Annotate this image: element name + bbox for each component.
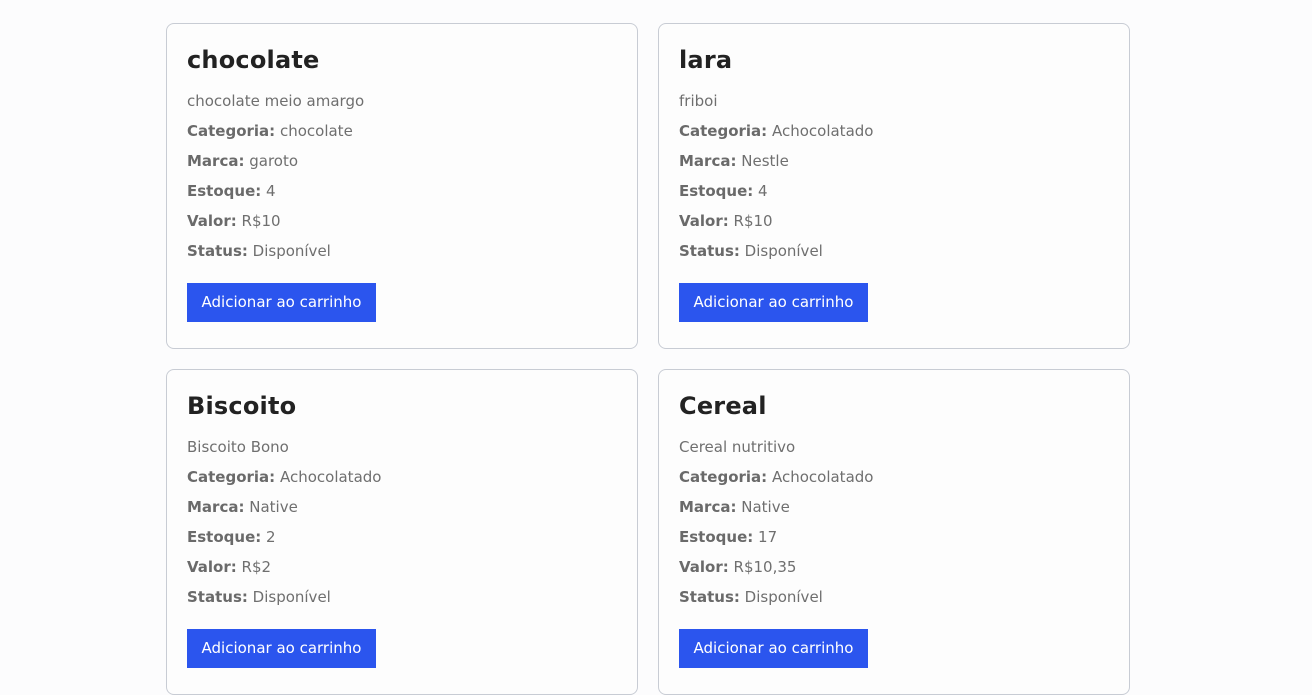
product-stock: Estoque: 4	[187, 182, 617, 200]
product-brand: Marca: Nestle	[679, 152, 1109, 170]
product-card: Cereal Cereal nutritivo Categoria: Achoc…	[658, 369, 1130, 695]
stock-value: 17	[758, 528, 778, 546]
add-to-cart-button[interactable]: Adicionar ao carrinho	[187, 283, 376, 322]
brand-label: Marca:	[679, 152, 737, 170]
product-status: Status: Disponível	[187, 242, 617, 260]
price-label: Valor:	[679, 212, 729, 230]
category-value: Achocolatado	[771, 122, 874, 140]
price-label: Valor:	[187, 558, 237, 576]
product-grid: chocolate chocolate meio amargo Categori…	[166, 23, 1130, 695]
product-description: friboi	[679, 92, 718, 110]
add-to-cart-button[interactable]: Adicionar ao carrinho	[187, 629, 376, 668]
product-card: lara friboi Categoria: Achocolatado Marc…	[658, 23, 1130, 349]
category-label: Categoria:	[679, 468, 768, 486]
product-brand: Marca: garoto	[187, 152, 617, 170]
status-value: Disponível	[252, 588, 331, 606]
status-label: Status:	[187, 588, 248, 606]
product-name: Biscoito	[187, 392, 297, 420]
product-category: Categoria: chocolate	[187, 122, 617, 140]
product-price: Valor: R$10,35	[679, 558, 1109, 576]
brand-label: Marca:	[187, 498, 245, 516]
stock-value: 4	[758, 182, 768, 200]
product-category: Categoria: Achocolatado	[679, 468, 1109, 486]
add-to-cart-button[interactable]: Adicionar ao carrinho	[679, 283, 868, 322]
product-stock: Estoque: 4	[679, 182, 1109, 200]
price-value: R$10	[733, 212, 773, 230]
category-label: Categoria:	[679, 122, 768, 140]
brand-value: garoto	[249, 152, 299, 170]
product-card: Biscoito Biscoito Bono Categoria: Achoco…	[166, 369, 638, 695]
product-stock: Estoque: 17	[679, 528, 1109, 546]
status-value: Disponível	[744, 588, 823, 606]
product-description: Biscoito Bono	[187, 438, 289, 456]
stock-label: Estoque:	[679, 182, 754, 200]
product-status: Status: Disponível	[187, 588, 617, 606]
product-name: lara	[679, 46, 733, 74]
status-value: Disponível	[744, 242, 823, 260]
brand-value: Native	[249, 498, 298, 516]
stock-label: Estoque:	[187, 528, 262, 546]
product-price: Valor: R$10	[679, 212, 1109, 230]
add-to-cart-button[interactable]: Adicionar ao carrinho	[679, 629, 868, 668]
product-brand: Marca: Native	[187, 498, 617, 516]
status-label: Status:	[679, 588, 740, 606]
stock-label: Estoque:	[679, 528, 754, 546]
product-description: Cereal nutritivo	[679, 438, 796, 456]
status-value: Disponível	[252, 242, 331, 260]
status-label: Status:	[679, 242, 740, 260]
product-category: Categoria: Achocolatado	[679, 122, 1109, 140]
category-label: Categoria:	[187, 122, 276, 140]
product-name: Cereal	[679, 392, 767, 420]
product-price: Valor: R$2	[187, 558, 617, 576]
status-label: Status:	[187, 242, 248, 260]
category-value: Achocolatado	[771, 468, 874, 486]
price-label: Valor:	[187, 212, 237, 230]
product-status: Status: Disponível	[679, 242, 1109, 260]
brand-label: Marca:	[679, 498, 737, 516]
category-value: chocolate	[279, 122, 353, 140]
stock-label: Estoque:	[187, 182, 262, 200]
product-status: Status: Disponível	[679, 588, 1109, 606]
product-name: chocolate	[187, 46, 320, 74]
brand-label: Marca:	[187, 152, 245, 170]
stock-value: 2	[266, 528, 276, 546]
price-label: Valor:	[679, 558, 729, 576]
price-value: R$10	[241, 212, 281, 230]
product-price: Valor: R$10	[187, 212, 617, 230]
product-stock: Estoque: 2	[187, 528, 617, 546]
stock-value: 4	[266, 182, 276, 200]
product-category: Categoria: Achocolatado	[187, 468, 617, 486]
price-value: R$10,35	[733, 558, 797, 576]
category-label: Categoria:	[187, 468, 276, 486]
product-description: chocolate meio amargo	[187, 92, 365, 110]
brand-value: Native	[741, 498, 790, 516]
price-value: R$2	[241, 558, 272, 576]
category-value: Achocolatado	[279, 468, 382, 486]
product-card: chocolate chocolate meio amargo Categori…	[166, 23, 638, 349]
brand-value: Nestle	[741, 152, 789, 170]
product-brand: Marca: Native	[679, 498, 1109, 516]
